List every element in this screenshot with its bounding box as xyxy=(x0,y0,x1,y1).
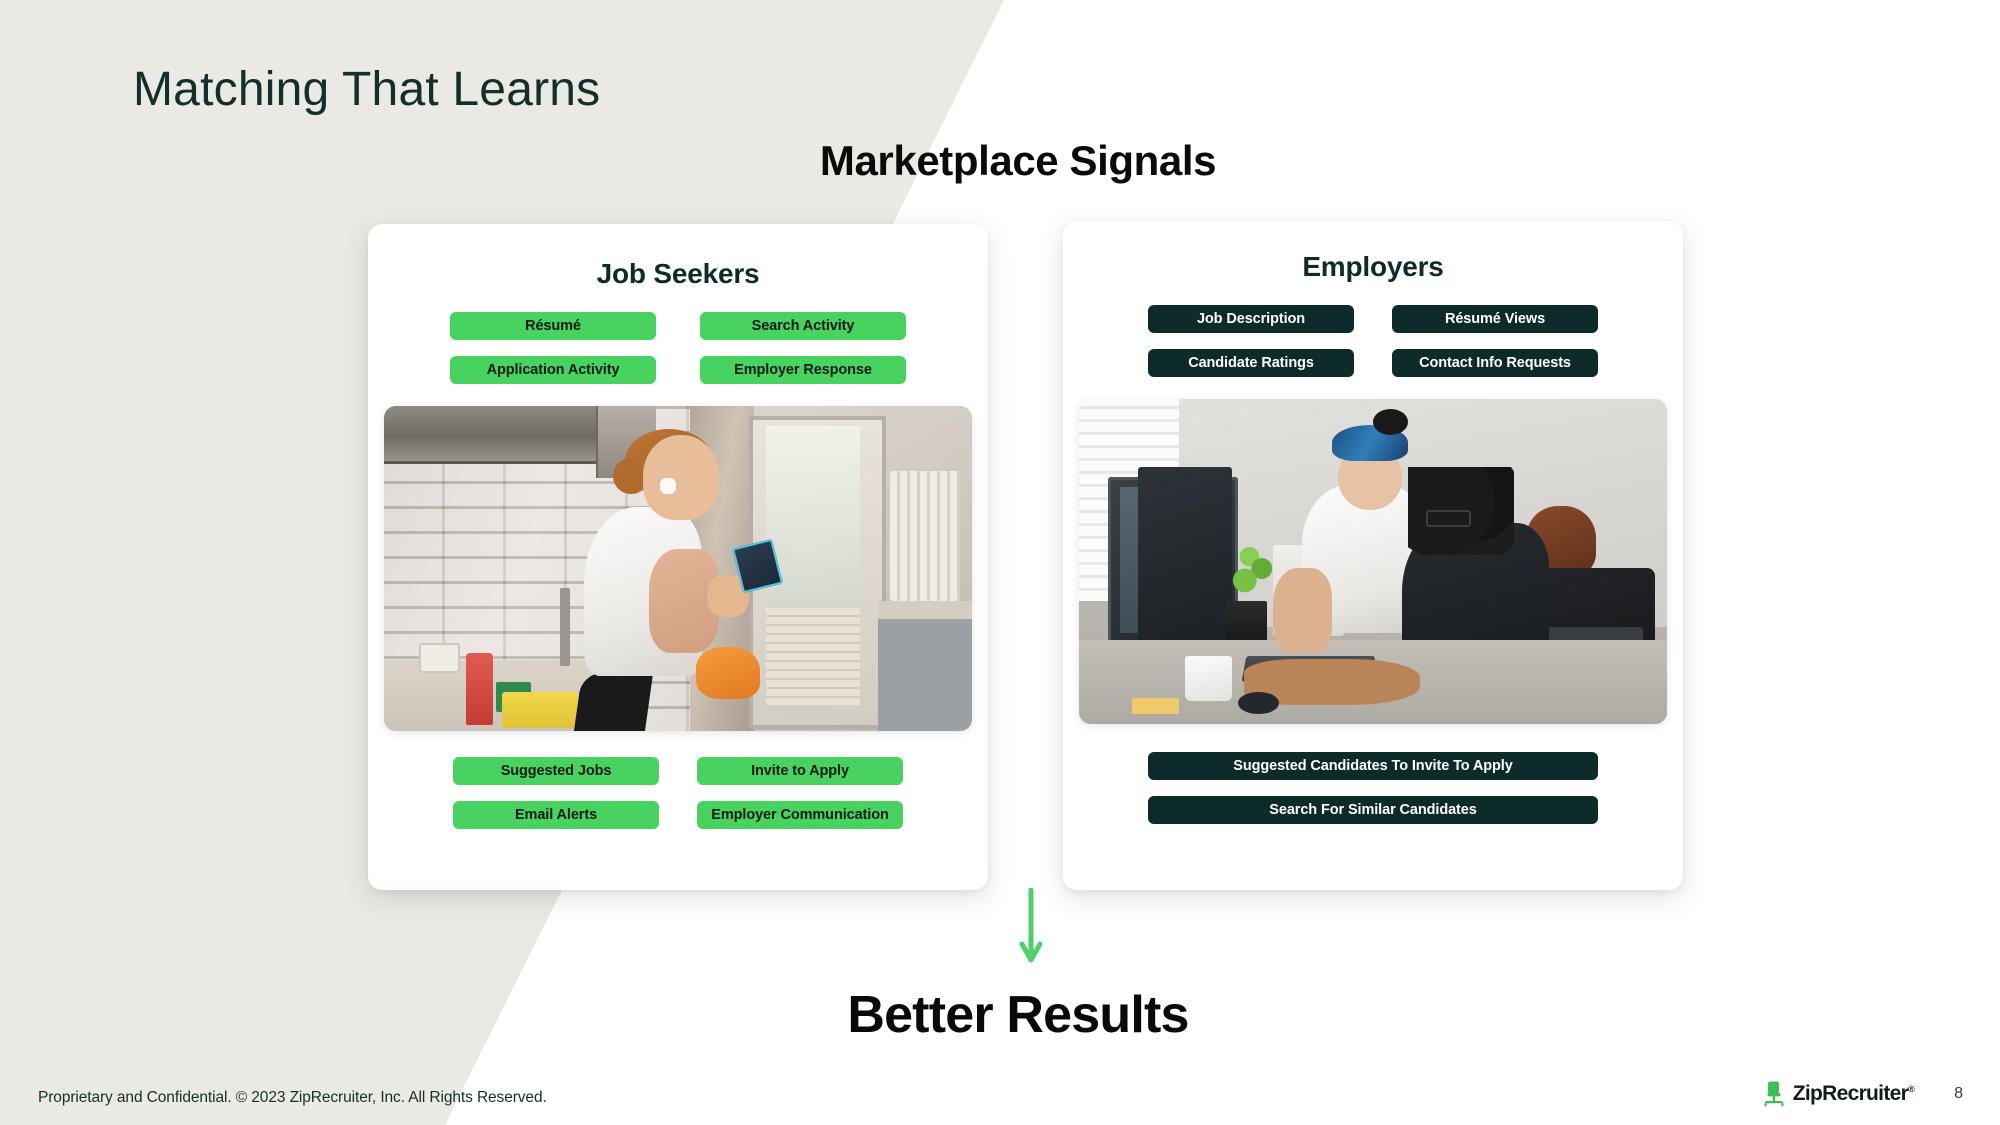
signal-pill[interactable]: Suggested Jobs xyxy=(453,757,659,785)
card-title-employers: Employers xyxy=(1302,251,1444,282)
section-heading-text: Marketplace Signals xyxy=(819,137,1217,184)
logo-wordmark: ZipRecruiter® xyxy=(1792,1082,1915,1106)
signal-pill[interactable]: Résumé Views xyxy=(1392,305,1598,333)
ziprecruiter-logo: ZipRecruiter® xyxy=(1762,1081,1915,1107)
signal-pill[interactable]: Candidate Ratings xyxy=(1148,349,1354,377)
conclusion-heading: Better Results xyxy=(0,985,2000,1045)
card-title-job-seekers: Job Seekers xyxy=(596,258,760,289)
signal-pill[interactable]: Job Description xyxy=(1148,305,1354,333)
signal-pill[interactable]: Employer Response xyxy=(700,356,906,384)
signal-pill[interactable]: Application Activity xyxy=(450,356,656,384)
signal-pill[interactable]: Search Activity xyxy=(700,312,906,340)
employers-photo xyxy=(1079,399,1667,724)
page-title: Matching That Learns xyxy=(133,63,601,116)
section-heading: Marketplace Signals xyxy=(0,137,2000,185)
logo-name: ZipRecruiter xyxy=(1792,1082,1909,1105)
job-seekers-photo xyxy=(384,406,972,731)
signal-pill[interactable]: Suggested Candidates To Invite To Apply xyxy=(1148,752,1598,780)
office-chair-icon xyxy=(1764,1081,1784,1107)
slide-canvas: Matching That Learns Marketplace Signals… xyxy=(0,0,2000,1125)
employers-bottom-signal-grid: Suggested Candidates To Invite To Apply … xyxy=(1148,752,1598,824)
conclusion-text: Better Results xyxy=(847,986,1189,1044)
signal-pill[interactable]: Résumé xyxy=(450,312,656,340)
card-employers: Employers Job Description Résumé Views C… xyxy=(1063,221,1683,890)
signal-pill[interactable]: Invite to Apply xyxy=(697,757,903,785)
kitchen-scene-illustration xyxy=(384,406,972,731)
office-scene-illustration xyxy=(1079,399,1667,724)
down-arrow-icon xyxy=(1019,888,1043,963)
job-seekers-top-signal-grid: Résumé Search Activity Application Activ… xyxy=(450,312,906,384)
logo-trademark: ® xyxy=(1908,1084,1915,1094)
signal-pill[interactable]: Employer Communication xyxy=(697,801,903,829)
card-job-seekers: Job Seekers Résumé Search Activity Appli… xyxy=(368,224,988,890)
signal-pill[interactable]: Email Alerts xyxy=(453,801,659,829)
job-seekers-bottom-signal-grid: Suggested Jobs Invite to Apply Email Ale… xyxy=(453,757,903,829)
signal-pill[interactable]: Search For Similar Candidates xyxy=(1148,796,1598,824)
employers-top-signal-grid: Job Description Résumé Views Candidate R… xyxy=(1148,305,1598,377)
page-number: 8 xyxy=(1954,1085,1963,1102)
signal-pill[interactable]: Contact Info Requests xyxy=(1392,349,1598,377)
footer-copyright: Proprietary and Confidential. © 2023 Zip… xyxy=(38,1089,547,1106)
